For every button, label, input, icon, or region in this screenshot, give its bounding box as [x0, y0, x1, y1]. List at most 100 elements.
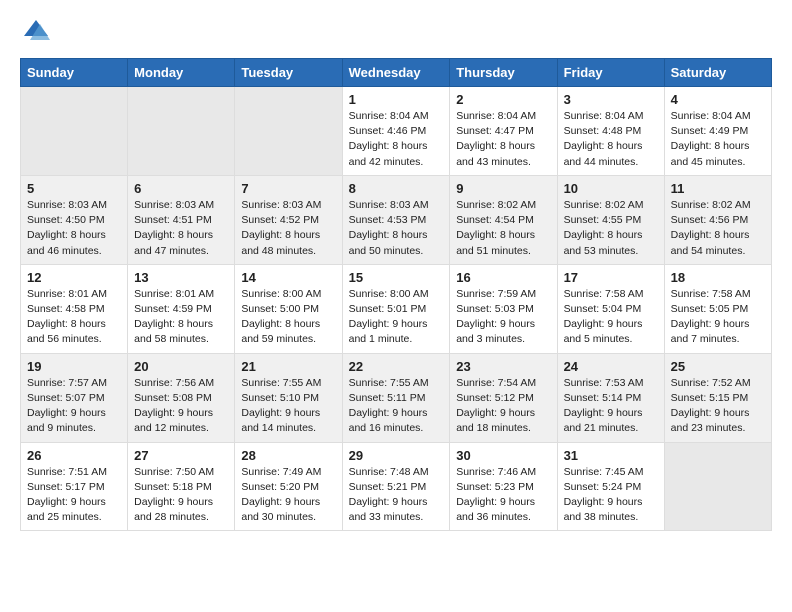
day-number: 18 — [671, 270, 765, 285]
day-number: 29 — [349, 448, 444, 463]
weekday-header-tuesday: Tuesday — [235, 59, 342, 87]
calendar-cell — [21, 87, 128, 176]
weekday-header-sunday: Sunday — [21, 59, 128, 87]
calendar-cell: 5 Sunrise: 8:03 AM Sunset: 4:50 PM Daylig… — [21, 175, 128, 264]
calendar-table: SundayMondayTuesdayWednesdayThursdayFrid… — [20, 58, 772, 531]
day-number: 22 — [349, 359, 444, 374]
day-number: 4 — [671, 92, 765, 107]
day-info: Sunrise: 8:01 AM Sunset: 4:59 PM Dayligh… — [134, 287, 228, 348]
day-info: Sunrise: 8:01 AM Sunset: 4:58 PM Dayligh… — [27, 287, 121, 348]
week-row-1: 1 Sunrise: 8:04 AM Sunset: 4:46 PM Daylig… — [21, 87, 772, 176]
day-number: 28 — [241, 448, 335, 463]
calendar-cell: 18 Sunrise: 7:58 AM Sunset: 5:05 PM Dayli… — [664, 264, 771, 353]
day-info: Sunrise: 7:58 AM Sunset: 5:04 PM Dayligh… — [564, 287, 658, 348]
calendar-cell: 19 Sunrise: 7:57 AM Sunset: 5:07 PM Dayli… — [21, 353, 128, 442]
day-number: 16 — [456, 270, 550, 285]
day-number: 12 — [27, 270, 121, 285]
calendar-cell: 15Sunrise: 8:00 AM Sunset: 5:01 PM Dayli… — [342, 264, 450, 353]
calendar-cell: 3Sunrise: 8:04 AM Sunset: 4:48 PM Daylig… — [557, 87, 664, 176]
day-number: 5 — [27, 181, 121, 196]
calendar-cell: 24Sunrise: 7:53 AM Sunset: 5:14 PM Dayli… — [557, 353, 664, 442]
calendar-cell: 25 Sunrise: 7:52 AM Sunset: 5:15 PM Dayli… — [664, 353, 771, 442]
calendar-cell: 14 Sunrise: 8:00 AM Sunset: 5:00 PM Dayli… — [235, 264, 342, 353]
day-number: 13 — [134, 270, 228, 285]
header — [20, 16, 772, 48]
calendar-cell: 12 Sunrise: 8:01 AM Sunset: 4:58 PM Dayli… — [21, 264, 128, 353]
day-number: 27 — [134, 448, 228, 463]
day-info: Sunrise: 7:58 AM Sunset: 5:05 PM Dayligh… — [671, 287, 765, 348]
day-info: Sunrise: 8:04 AM Sunset: 4:47 PM Dayligh… — [456, 109, 550, 170]
day-info: Sunrise: 7:50 AM Sunset: 5:18 PM Dayligh… — [134, 465, 228, 526]
day-info: Sunrise: 7:45 AM Sunset: 5:24 PM Dayligh… — [564, 465, 658, 526]
week-row-2: 5 Sunrise: 8:03 AM Sunset: 4:50 PM Daylig… — [21, 175, 772, 264]
week-row-3: 12 Sunrise: 8:01 AM Sunset: 4:58 PM Dayli… — [21, 264, 772, 353]
day-info: Sunrise: 8:00 AM Sunset: 5:00 PM Dayligh… — [241, 287, 335, 348]
day-number: 19 — [27, 359, 121, 374]
calendar-cell — [235, 87, 342, 176]
calendar-cell: 21 Sunrise: 7:55 AM Sunset: 5:10 PM Dayli… — [235, 353, 342, 442]
weekday-header-wednesday: Wednesday — [342, 59, 450, 87]
day-number: 31 — [564, 448, 658, 463]
calendar-cell: 30Sunrise: 7:46 AM Sunset: 5:23 PM Dayli… — [450, 442, 557, 531]
day-info: Sunrise: 8:03 AM Sunset: 4:52 PM Dayligh… — [241, 198, 335, 259]
calendar-cell: 9 Sunrise: 8:02 AM Sunset: 4:54 PM Daylig… — [450, 175, 557, 264]
day-info: Sunrise: 7:59 AM Sunset: 5:03 PM Dayligh… — [456, 287, 550, 348]
day-info: Sunrise: 8:03 AM Sunset: 4:51 PM Dayligh… — [134, 198, 228, 259]
day-info: Sunrise: 7:48 AM Sunset: 5:21 PM Dayligh… — [349, 465, 444, 526]
day-info: Sunrise: 8:03 AM Sunset: 4:50 PM Dayligh… — [27, 198, 121, 259]
day-info: Sunrise: 8:02 AM Sunset: 4:54 PM Dayligh… — [456, 198, 550, 259]
day-number: 10 — [564, 181, 658, 196]
calendar-cell: 23Sunrise: 7:54 AM Sunset: 5:12 PM Dayli… — [450, 353, 557, 442]
calendar-cell: 20 Sunrise: 7:56 AM Sunset: 5:08 PM Dayli… — [128, 353, 235, 442]
weekday-header-row: SundayMondayTuesdayWednesdayThursdayFrid… — [21, 59, 772, 87]
calendar-cell: 22Sunrise: 7:55 AM Sunset: 5:11 PM Dayli… — [342, 353, 450, 442]
day-number: 21 — [241, 359, 335, 374]
calendar-cell: 7 Sunrise: 8:03 AM Sunset: 4:52 PM Daylig… — [235, 175, 342, 264]
logo — [20, 16, 56, 48]
day-number: 1 — [349, 92, 444, 107]
day-info: Sunrise: 7:55 AM Sunset: 5:10 PM Dayligh… — [241, 376, 335, 437]
day-number: 2 — [456, 92, 550, 107]
week-row-5: 26 Sunrise: 7:51 AM Sunset: 5:17 PM Dayli… — [21, 442, 772, 531]
day-number: 3 — [564, 92, 658, 107]
logo-icon — [20, 16, 52, 48]
day-number: 11 — [671, 181, 765, 196]
day-info: Sunrise: 7:54 AM Sunset: 5:12 PM Dayligh… — [456, 376, 550, 437]
weekday-header-thursday: Thursday — [450, 59, 557, 87]
page: SundayMondayTuesdayWednesdayThursdayFrid… — [0, 0, 792, 551]
day-number: 26 — [27, 448, 121, 463]
weekday-header-saturday: Saturday — [664, 59, 771, 87]
day-number: 25 — [671, 359, 765, 374]
calendar-cell: 1 Sunrise: 8:04 AM Sunset: 4:46 PM Daylig… — [342, 87, 450, 176]
calendar-cell: 26 Sunrise: 7:51 AM Sunset: 5:17 PM Dayli… — [21, 442, 128, 531]
day-info: Sunrise: 7:56 AM Sunset: 5:08 PM Dayligh… — [134, 376, 228, 437]
day-number: 24 — [564, 359, 658, 374]
day-number: 9 — [456, 181, 550, 196]
day-info: Sunrise: 7:52 AM Sunset: 5:15 PM Dayligh… — [671, 376, 765, 437]
day-info: Sunrise: 8:04 AM Sunset: 4:49 PM Dayligh… — [671, 109, 765, 170]
day-number: 14 — [241, 270, 335, 285]
calendar-cell — [128, 87, 235, 176]
calendar-cell — [664, 442, 771, 531]
calendar-cell: 17 Sunrise: 7:58 AM Sunset: 5:04 PM Dayli… — [557, 264, 664, 353]
weekday-header-friday: Friday — [557, 59, 664, 87]
calendar-cell: 27 Sunrise: 7:50 AM Sunset: 5:18 PM Dayli… — [128, 442, 235, 531]
calendar-cell: 29 Sunrise: 7:48 AM Sunset: 5:21 PM Dayli… — [342, 442, 450, 531]
day-info: Sunrise: 8:02 AM Sunset: 4:55 PM Dayligh… — [564, 198, 658, 259]
day-number: 30 — [456, 448, 550, 463]
calendar-cell: 10 Sunrise: 8:02 AM Sunset: 4:55 PM Dayli… — [557, 175, 664, 264]
day-number: 6 — [134, 181, 228, 196]
day-info: Sunrise: 8:03 AM Sunset: 4:53 PM Dayligh… — [349, 198, 444, 259]
calendar-cell: 11 Sunrise: 8:02 AM Sunset: 4:56 PM Dayli… — [664, 175, 771, 264]
day-info: Sunrise: 7:57 AM Sunset: 5:07 PM Dayligh… — [27, 376, 121, 437]
calendar-cell: 13 Sunrise: 8:01 AM Sunset: 4:59 PM Dayli… — [128, 264, 235, 353]
day-number: 17 — [564, 270, 658, 285]
calendar-cell: 6 Sunrise: 8:03 AM Sunset: 4:51 PM Daylig… — [128, 175, 235, 264]
day-info: Sunrise: 7:51 AM Sunset: 5:17 PM Dayligh… — [27, 465, 121, 526]
day-number: 7 — [241, 181, 335, 196]
day-number: 8 — [349, 181, 444, 196]
day-info: Sunrise: 8:04 AM Sunset: 4:46 PM Dayligh… — [349, 109, 444, 170]
calendar-cell: 2 Sunrise: 8:04 AM Sunset: 4:47 PM Daylig… — [450, 87, 557, 176]
day-number: 20 — [134, 359, 228, 374]
day-info: Sunrise: 8:02 AM Sunset: 4:56 PM Dayligh… — [671, 198, 765, 259]
